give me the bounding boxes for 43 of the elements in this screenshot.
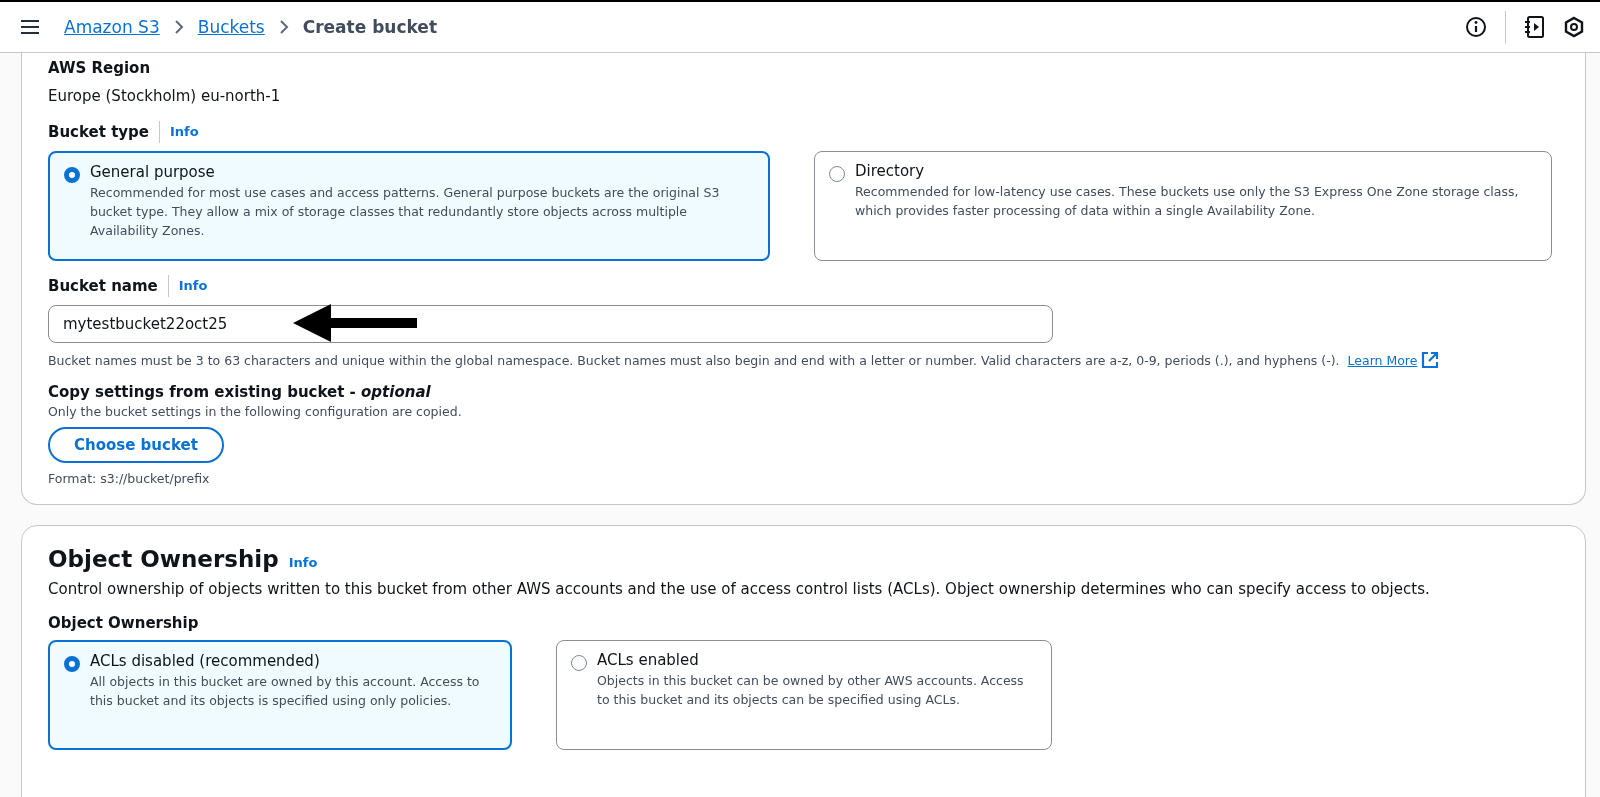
bucket-name-field[interactable]: mytestbucket22oct25 [48, 305, 1053, 343]
field-label: AWS Region [48, 59, 152, 77]
option-description: Recommended for most use cases and access patterns. General purpose buckets are the original S3 bucket type. They allow a mix of storage classes that redundantly store objects across multiple Availability Zones. [90, 184, 721, 240]
option-description: All objects in this bucket are owned by this account. Access to this bucket and its objects is specified using only policies. [90, 673, 481, 710]
breadcrumb-link[interactable]: Amazon S3 [64, 17, 160, 37]
region-value: Europe (Stockholm) eu-north-1 [48, 87, 282, 105]
learn-more-link[interactable]: Learn More [1347, 352, 1418, 368]
radio-tile[interactable] [48, 151, 770, 261]
option-title: ACLs enabled [597, 651, 700, 669]
menu-icon[interactable] [20, 19, 40, 35]
field-description: Only the bucket settings in the following configuration are copied. [48, 404, 463, 419]
option-description: Objects in this bucket can be owned by other AWS accounts. Access to this bucket and its objects can be specified using ACLs. [597, 672, 1025, 709]
field-label: Bucket type [48, 123, 149, 141]
radio-tile[interactable]: Directory Recommended for low-latency use cases. These buckets use only the S3 Express One Zone storage class, which provides faster processing of data within a single Availability Zone. [814, 151, 1552, 261]
radio-tile[interactable]: ACLs enabled Objects in this bucket can be owned by other AWS accounts. Access to this bucket and its objects can be specified using ACLs. [556, 640, 1052, 750]
radio-icon[interactable] [64, 656, 80, 672]
info-link[interactable]: Info [167, 275, 208, 297]
notebook-icon[interactable] [1524, 15, 1546, 39]
info-link[interactable]: Info [288, 552, 318, 574]
format-hint: Format: s3://bucket/prefix [48, 471, 211, 486]
radio-icon[interactable] [829, 166, 845, 182]
option-title: General purpose [90, 163, 216, 181]
field-label: Object Ownership [48, 614, 200, 632]
radio-icon[interactable] [64, 167, 80, 183]
option-title: ACLs disabled (recommended) [90, 652, 321, 670]
info-link[interactable]: Info [159, 121, 199, 143]
hexagon-icon[interactable] [1564, 16, 1584, 38]
chevron-icon [278, 19, 289, 35]
section-description: Control ownership of objects written to this bucket from other AWS accounts and the use of access control lists (ACLs). Object ownership determines who can specify access to objects. [48, 580, 1431, 598]
field-label: Bucket name [48, 277, 158, 295]
external-link-icon [1421, 351, 1440, 369]
option-title: Directory [855, 162, 926, 180]
radio-icon[interactable] [571, 655, 587, 671]
field-label: Copy settings from existing bucket - optional [48, 383, 432, 401]
help-text: Bucket names must be 3 to 63 characters and unique within the global namespace. Bucket names must also begin and end with a letter or number. Valid characters are a-z, 0-9, periods (.), and hyphens (-). [48, 352, 1340, 368]
section-title: Object Ownership [48, 546, 279, 572]
chevron-icon [173, 19, 184, 35]
breadcrumb-current: Create bucket [302, 17, 438, 37]
choose-bucket-button[interactable]: Choose bucket [48, 427, 224, 463]
option-description: Recommended for low-latency use cases. These buckets use only the S3 Express One Zone storage class, which provides faster processing of data within a single Availability Zone. [855, 183, 1520, 220]
breadcrumb-link[interactable]: Buckets [197, 17, 265, 37]
info-icon[interactable] [1465, 16, 1487, 38]
radio-tile[interactable]: ACLs disabled (recommended) All objects in this bucket are owned by this account. Access to this bucket and its objects is specified using only policies. [48, 640, 512, 750]
